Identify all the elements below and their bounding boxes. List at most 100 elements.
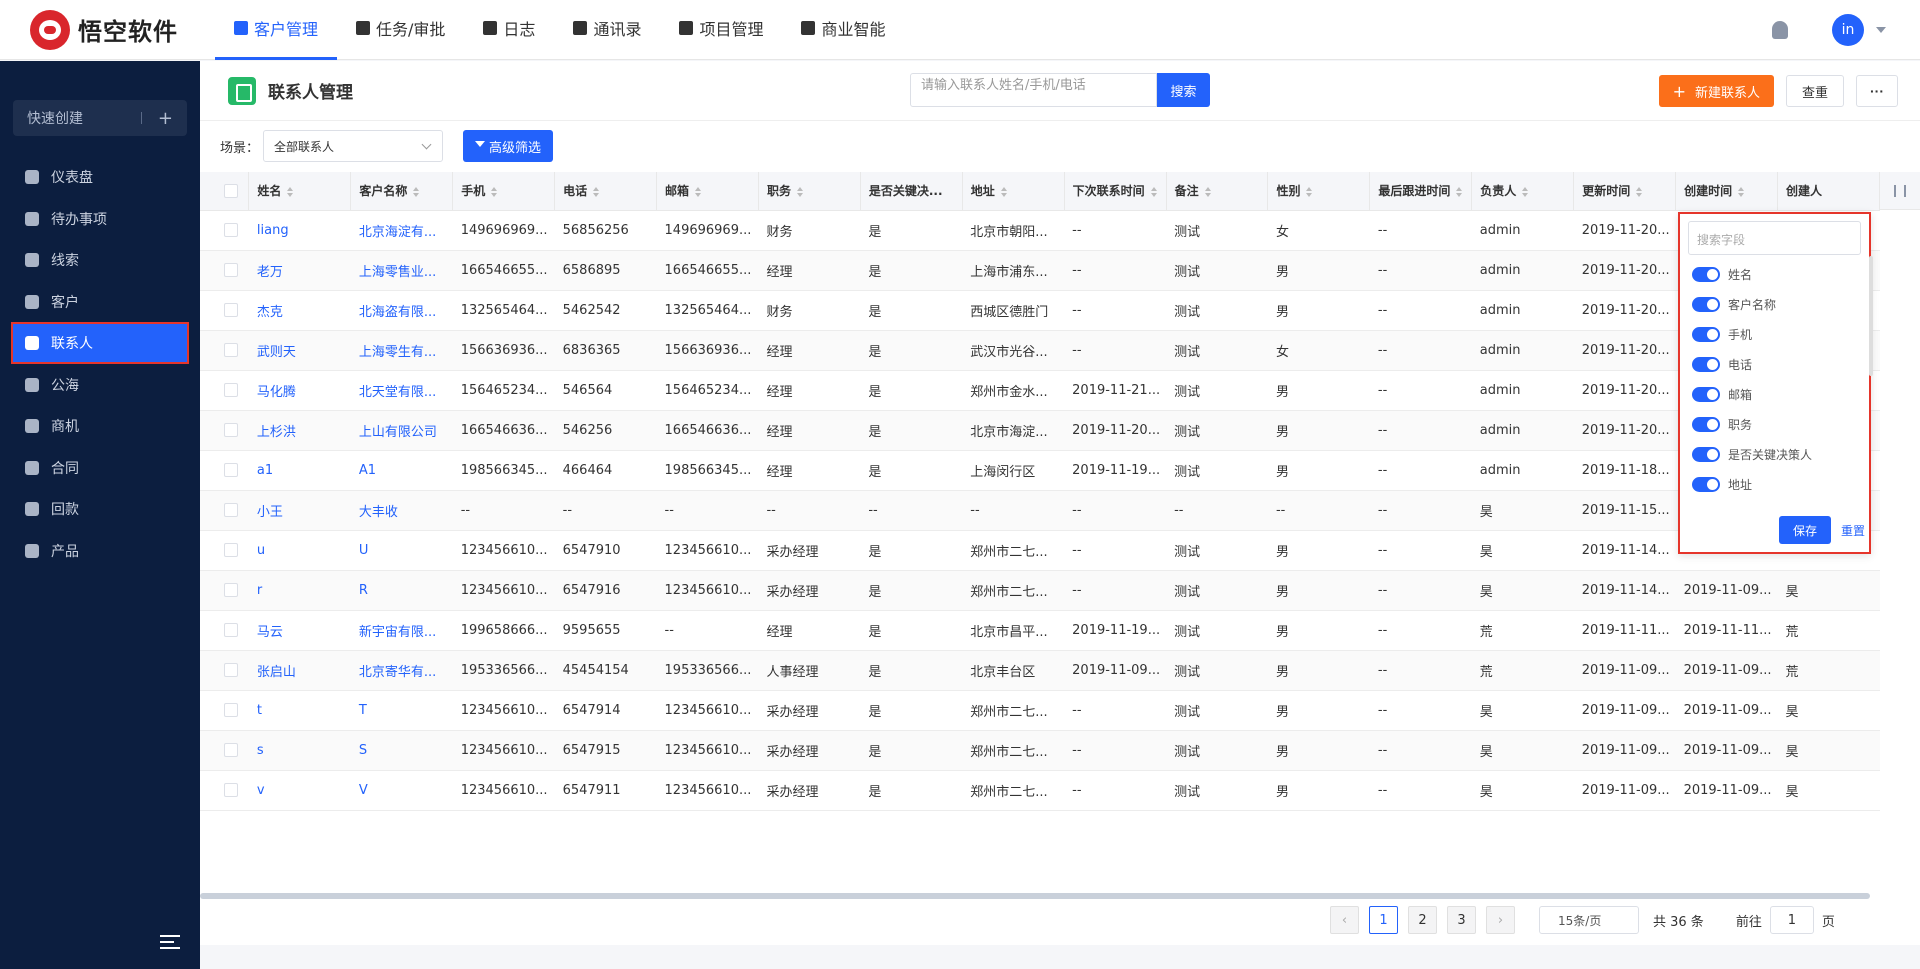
table-row[interactable]: 杰克 北海盗有限... 132565464... 5462542 132565464..…	[200, 290, 1880, 331]
column-header[interactable]: 更新时间	[1573, 172, 1677, 211]
column-header[interactable]: 客户名称	[350, 172, 454, 211]
nav-item-2[interactable]: 日志	[464, 0, 554, 60]
row-checkbox[interactable]	[224, 743, 238, 757]
sidebar-item-3[interactable]: 客户	[13, 283, 187, 321]
row-checkbox[interactable]	[224, 703, 238, 717]
sort-icon[interactable]	[491, 186, 498, 197]
sort-icon[interactable]	[287, 186, 294, 197]
column-header[interactable]: 最后跟进时间	[1369, 172, 1473, 211]
table-cell[interactable]: u	[248, 530, 351, 571]
nav-item-3[interactable]: 通讯录	[554, 0, 660, 60]
table-cell[interactable]: T	[350, 690, 453, 731]
avatar[interactable]: in	[1832, 13, 1864, 46]
save-button[interactable]: 保存	[1778, 516, 1831, 544]
nav-item-5[interactable]: 商业智能	[782, 0, 904, 60]
table-row[interactable]: u U 123456610... 6547910 123456610... 采办经理是郑州…	[200, 530, 1880, 571]
sidebar-item-7[interactable]: 合同	[13, 449, 187, 487]
table-row[interactable]: v V 123456610... 6547911 123456610... 采办经理是郑州…	[200, 770, 1880, 811]
column-header[interactable]: 是否关键决...	[860, 172, 963, 211]
table-cell[interactable]: 老万	[248, 250, 351, 291]
field-toggle-switch[interactable]	[1692, 476, 1720, 492]
column-header[interactable]: 邮箱	[656, 172, 759, 211]
sidebar-item-1[interactable]: 待办事项	[13, 200, 187, 238]
table-cell[interactable]: 北京海淀有...	[350, 210, 453, 251]
sort-icon[interactable]	[1204, 186, 1211, 197]
table-row[interactable]: 马化腾 北天堂有限... 156465234... 546564 156465234..…	[200, 370, 1880, 411]
sidebar-item-9[interactable]: 产品	[13, 532, 187, 570]
field-toggle-switch[interactable]	[1692, 416, 1720, 432]
table-row[interactable]: s S 123456610... 6547915 123456610... 采办经理是郑州…	[200, 730, 1880, 771]
page-button[interactable]: 3	[1447, 906, 1476, 934]
table-row[interactable]: 武则天 上海零生有... 156636936... 6836365 156636936.…	[200, 330, 1880, 371]
table-cell[interactable]: 北京寄华有...	[350, 650, 453, 691]
vertical-scrollbar[interactable]	[1869, 256, 1873, 376]
table-cell[interactable]: A1	[350, 450, 453, 491]
table-row[interactable]: t T 123456610... 6547914 123456610... 采办经理是郑州…	[200, 690, 1880, 731]
sort-icon[interactable]	[1738, 186, 1745, 197]
field-toggle-switch[interactable]	[1692, 356, 1720, 372]
scene-select[interactable]: 全部联系人	[263, 130, 444, 162]
table-row[interactable]: 老万 上海零售业... 166546655... 6586895 166546655..…	[200, 250, 1880, 291]
field-toggle-switch[interactable]	[1692, 296, 1720, 312]
column-header[interactable]: 创建人	[1777, 172, 1880, 211]
row-checkbox[interactable]	[224, 543, 238, 557]
next-page-button[interactable]: ›	[1486, 906, 1515, 934]
field-toggle-switch[interactable]	[1692, 446, 1720, 462]
table-cell[interactable]: U	[350, 530, 453, 571]
sort-icon[interactable]	[1000, 186, 1007, 197]
table-cell[interactable]: a1	[248, 450, 351, 491]
table-cell[interactable]: 小王	[248, 490, 351, 531]
table-cell[interactable]: 大丰收	[350, 490, 453, 531]
page-size-select[interactable]: 15条/页	[1539, 906, 1639, 934]
table-cell[interactable]: 北海盗有限...	[350, 290, 453, 331]
bell-icon[interactable]	[1772, 20, 1788, 39]
table-cell[interactable]: 马云	[248, 610, 351, 651]
table-cell[interactable]: S	[350, 730, 453, 771]
sidebar-item-6[interactable]: 商机	[13, 407, 187, 445]
goto-page-input[interactable]: 1	[1769, 906, 1814, 934]
sidebar-item-8[interactable]: 回款	[13, 490, 187, 528]
sidebar-item-2[interactable]: 线索	[13, 241, 187, 279]
sort-icon[interactable]	[1306, 186, 1313, 197]
column-header[interactable]: 下次联系时间	[1064, 172, 1167, 211]
row-checkbox[interactable]	[224, 223, 238, 237]
table-cell[interactable]: R	[350, 570, 453, 611]
sort-icon[interactable]	[1150, 186, 1157, 197]
column-header[interactable]: 电话	[554, 172, 658, 211]
page-button[interactable]: 2	[1408, 906, 1437, 934]
page-button[interactable]: 1	[1369, 906, 1398, 934]
column-header[interactable]: 地址	[962, 172, 1065, 211]
sort-icon[interactable]	[1522, 186, 1529, 197]
sort-icon[interactable]	[593, 186, 600, 197]
column-settings-button[interactable]	[1880, 172, 1920, 210]
column-header[interactable]: 备注	[1166, 172, 1269, 211]
table-row[interactable]: liang 北京海淀有... 149696969... 56856256 1496969…	[200, 210, 1880, 251]
table-cell[interactable]: 武则天	[248, 330, 351, 371]
sidebar-item-0[interactable]: 仪表盘	[13, 158, 187, 196]
row-checkbox[interactable]	[224, 503, 238, 517]
row-checkbox[interactable]	[224, 423, 238, 437]
column-header[interactable]: 创建时间	[1675, 172, 1778, 211]
row-checkbox[interactable]	[224, 663, 238, 677]
collapse-menu-icon[interactable]	[160, 935, 180, 949]
select-all-checkbox[interactable]	[224, 184, 238, 198]
brand-logo[interactable]: 悟空软件	[0, 9, 200, 50]
sidebar-item-5[interactable]: 公海	[13, 366, 187, 404]
field-toggle-switch[interactable]	[1692, 386, 1720, 402]
table-row[interactable]: r R 123456610... 6547916 123456610... 采办经理是郑州…	[200, 570, 1880, 611]
advanced-filter-button[interactable]: 高级筛选	[463, 130, 554, 162]
field-toggle-switch[interactable]	[1692, 326, 1720, 342]
row-checkbox[interactable]	[224, 263, 238, 277]
row-checkbox[interactable]	[224, 463, 238, 477]
table-row[interactable]: 上杉洪 上山有限公司 166546636... 546256 166546636... 经…	[200, 410, 1880, 451]
table-cell[interactable]: s	[248, 730, 351, 771]
reset-button[interactable]: 重置	[1841, 522, 1865, 539]
nav-item-0[interactable]: 客户管理	[215, 0, 338, 60]
table-row[interactable]: 张启山 北京寄华有... 195336566... 45454154 195336566…	[200, 650, 1880, 691]
table-cell[interactable]: 马化腾	[248, 370, 351, 411]
table-cell[interactable]: r	[248, 570, 351, 611]
field-toggle-switch[interactable]	[1692, 266, 1720, 282]
table-cell[interactable]: liang	[248, 210, 351, 251]
table-cell[interactable]: v	[248, 770, 351, 811]
row-checkbox[interactable]	[224, 583, 238, 597]
